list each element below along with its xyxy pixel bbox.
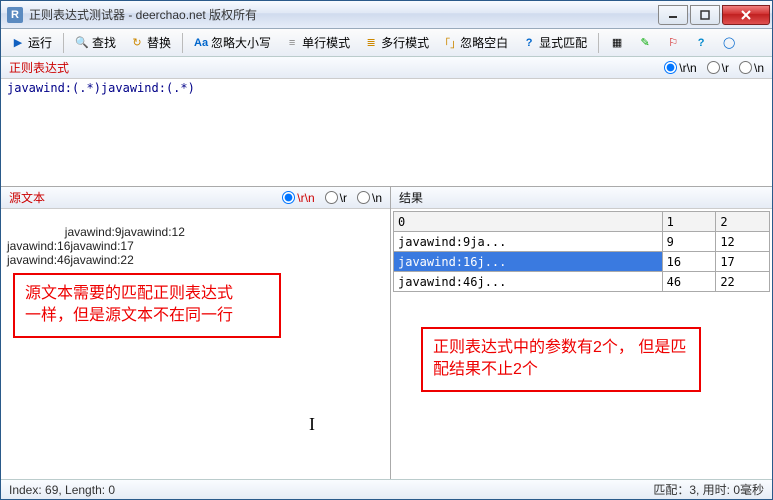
find-button[interactable]: 🔍查找: [69, 32, 122, 54]
annotation-right: 正则表达式中的参数有2个， 但是匹配结果不止2个: [421, 327, 701, 392]
replace-button[interactable]: ↻替换: [124, 32, 177, 54]
col-2[interactable]: 2: [716, 212, 770, 232]
minimize-button[interactable]: [658, 5, 688, 25]
annotation-left: 源文本需要的匹配正则表达式 一样，但是源文本不在同一行: [13, 273, 281, 338]
result-label: 结果: [399, 189, 423, 206]
result-header: 结果: [391, 187, 772, 209]
close-button[interactable]: [722, 5, 770, 25]
help-button[interactable]: ?: [688, 32, 714, 54]
col-0[interactable]: 0: [394, 212, 663, 232]
source-radio-rn[interactable]: \r\n: [282, 191, 314, 205]
table-cell: 22: [716, 272, 770, 292]
ignorews-label: 忽略空白: [460, 34, 508, 51]
app-icon: R: [7, 7, 23, 23]
explicit-icon: ?: [522, 36, 536, 50]
replace-label: 替换: [147, 34, 171, 51]
maximize-button[interactable]: [690, 5, 720, 25]
help-icon: ?: [694, 36, 708, 50]
flag-icon: ⚐: [666, 36, 680, 50]
titlebar-text: 正则表达式测试器 - deerchao.net 版权所有: [29, 6, 656, 23]
app-window: R 正则表达式测试器 - deerchao.net 版权所有 ▶运行 🔍查找 ↻…: [0, 0, 773, 500]
tool-btn-2[interactable]: ✎: [632, 32, 658, 54]
singleline-toggle[interactable]: ≡单行模式: [279, 32, 356, 54]
text-cursor-icon: I: [309, 414, 315, 435]
regex-linebreak-radios: \r\n \r \n: [656, 61, 764, 75]
status-right: 匹配：3, 用时: 0毫秒: [653, 481, 764, 498]
multiline-label: 多行模式: [381, 34, 429, 51]
regex-label: 正则表达式: [9, 59, 69, 76]
multiline-toggle[interactable]: ≣多行模式: [358, 32, 435, 54]
table-cell: javawind:46j...: [394, 272, 663, 292]
run-button[interactable]: ▶运行: [5, 32, 58, 54]
source-radio-n[interactable]: \n: [357, 191, 382, 205]
search-icon: 🔍: [75, 36, 89, 50]
col-1[interactable]: 1: [662, 212, 716, 232]
table-row[interactable]: javawind:9ja...912: [394, 232, 770, 252]
singleline-icon: ≡: [285, 36, 299, 50]
replace-icon: ↻: [130, 36, 144, 50]
play-icon: ▶: [11, 36, 25, 50]
regex-header: 正则表达式 \r\n \r \n: [1, 57, 772, 79]
grid-icon: ▦: [610, 36, 624, 50]
ignorecase-toggle[interactable]: Aa忽略大小写: [188, 32, 277, 54]
result-grid[interactable]: 0 1 2 javawind:9ja...912javawind:16j...1…: [391, 209, 772, 479]
ignorecase-label: 忽略大小写: [211, 34, 271, 51]
source-linebreak-radios: \r\n \r \n: [274, 191, 382, 205]
table-cell: 9: [662, 232, 716, 252]
table-cell: 17: [716, 252, 770, 272]
regex-radio-rn[interactable]: \r\n: [664, 61, 696, 75]
table-cell: javawind:9ja...: [394, 232, 663, 252]
titlebar: R 正则表达式测试器 - deerchao.net 版权所有: [1, 1, 772, 29]
tool-btn-3[interactable]: ⚐: [660, 32, 686, 54]
ignorews-toggle[interactable]: 「」忽略空白: [437, 32, 514, 54]
tool-btn-5[interactable]: ◯: [716, 32, 742, 54]
whitespace-icon: 「」: [443, 36, 457, 50]
toolbar: ▶运行 🔍查找 ↻替换 Aa忽略大小写 ≡单行模式 ≣多行模式 「」忽略空白 ?…: [1, 29, 772, 57]
case-icon: Aa: [194, 36, 208, 50]
table-cell: javawind:16j...: [394, 252, 663, 272]
table-cell: 12: [716, 232, 770, 252]
result-table: 0 1 2 javawind:9ja...912javawind:16j...1…: [393, 211, 770, 292]
regex-radio-r[interactable]: \r: [707, 61, 729, 75]
singleline-label: 单行模式: [302, 34, 350, 51]
regex-input[interactable]: javawind:(.*)javawind:(.*): [1, 79, 772, 187]
multiline-icon: ≣: [364, 36, 378, 50]
table-cell: 46: [662, 272, 716, 292]
circle-icon: ◯: [722, 36, 736, 50]
table-row[interactable]: javawind:46j...4622: [394, 272, 770, 292]
status-left: Index: 69, Length: 0: [9, 483, 115, 497]
source-content: javawind:9javawind:12 javawind:16javawin…: [7, 225, 185, 267]
table-row[interactable]: javawind:16j...1617: [394, 252, 770, 272]
source-header: 源文本 \r\n \r \n: [1, 187, 390, 209]
source-label: 源文本: [9, 189, 45, 206]
find-label: 查找: [92, 34, 116, 51]
explicit-toggle[interactable]: ?显式匹配: [516, 32, 593, 54]
doc-icon: ✎: [638, 36, 652, 50]
source-radio-r[interactable]: \r: [325, 191, 347, 205]
tool-btn-1[interactable]: ▦: [604, 32, 630, 54]
table-cell: 16: [662, 252, 716, 272]
statusbar: Index: 69, Length: 0 匹配：3, 用时: 0毫秒: [1, 479, 772, 499]
source-input[interactable]: javawind:9javawind:12 javawind:16javawin…: [1, 209, 390, 479]
explicit-label: 显式匹配: [539, 34, 587, 51]
regex-radio-n[interactable]: \n: [739, 61, 764, 75]
run-label: 运行: [28, 34, 52, 51]
